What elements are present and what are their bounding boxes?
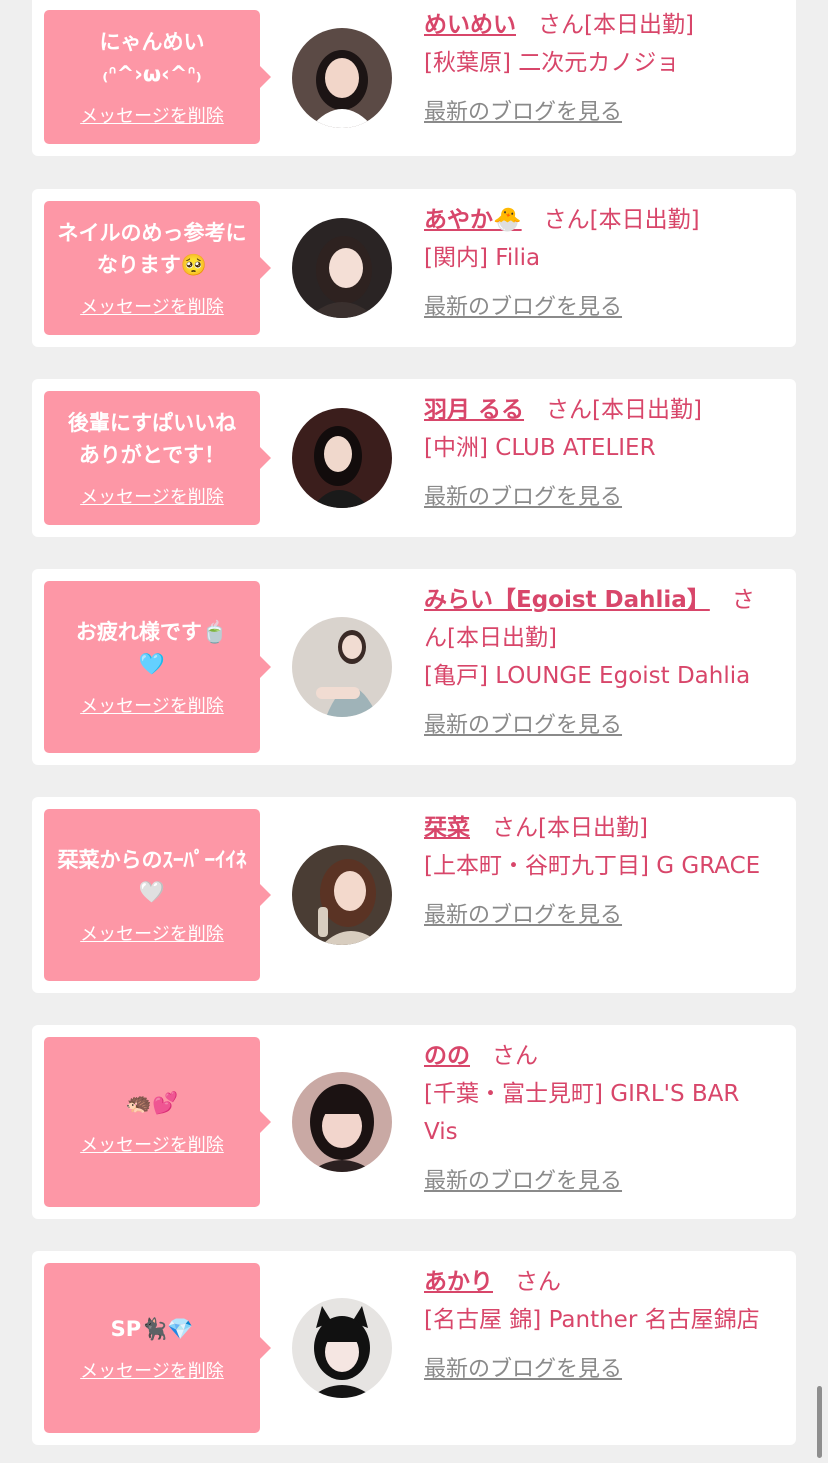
shop-name: [中洲] CLUB ATELIER: [424, 435, 656, 461]
message-text: 後輩にすぱいいね ありがとです！: [67, 411, 237, 467]
avatar-image: [292, 617, 392, 717]
favorite-card: SP🐈‍⬛💎 メッセージを削除 あかり さん [名古屋 錦] Panther 名古…: [32, 1251, 796, 1445]
name-line: めいめい さん[本日出勤]: [424, 6, 776, 44]
avatar-image: [292, 28, 392, 128]
honorific: さん: [492, 815, 538, 841]
girl-info: あやか🐣 さん[本日出勤] [関内] Filia 最新のブログを見る: [424, 201, 776, 321]
view-blog-link[interactable]: 最新のブログを見る: [424, 897, 622, 929]
delete-message-link[interactable]: メッセージを削除: [80, 692, 224, 718]
girl-info: のの さん [千葉・富士見町] GIRL'S BAR Vis 最新のブログを見る: [424, 1037, 776, 1195]
message-bubble: ネイルのめっ参考になります🥺 メッセージを削除: [44, 201, 271, 335]
avatar[interactable]: [292, 1298, 392, 1398]
delete-message-link[interactable]: メッセージを削除: [80, 483, 224, 509]
name-line: みらい【Egoist Dahlia】 さん[本日出勤]: [424, 581, 776, 657]
attendance-status: [本日出勤]: [447, 625, 557, 651]
name-line: のの さん: [424, 1037, 776, 1075]
girl-info: あかり さん [名古屋 錦] Panther 名古屋錦店 最新のブログを見る: [424, 1263, 776, 1383]
name-line: 羽月 るる さん[本日出勤]: [424, 391, 776, 429]
delete-message-link[interactable]: メッセージを削除: [80, 1357, 224, 1383]
avatar[interactable]: [292, 28, 392, 128]
avatar[interactable]: [292, 845, 392, 945]
avatar[interactable]: [292, 617, 392, 717]
girl-name-link[interactable]: のの: [424, 1043, 470, 1069]
message-bubble: 後輩にすぱいいね ありがとです！ メッセージを削除: [44, 391, 271, 525]
message-text: ネイルのめっ参考になります🥺: [57, 221, 247, 277]
avatar-image: [292, 845, 392, 945]
avatar[interactable]: [292, 408, 392, 508]
girl-name-link[interactable]: あかり: [424, 1269, 493, 1295]
shop-name: [秋葉原] 二次元カノジョ: [424, 50, 680, 76]
name-line: あかり さん: [424, 1263, 776, 1301]
shop-name: [関内] Filia: [424, 245, 541, 271]
favorite-card: 栞菜からのｽｰﾊﾟｰｲｲﾈ🤍 メッセージを削除 栞菜 さん[本日出勤] [上本町・…: [32, 797, 796, 993]
view-blog-link[interactable]: 最新のブログを見る: [424, 707, 622, 739]
message-bubble: にゃんめい ₍ᐢ^›ω‹^ᐢ₎ メッセージを削除: [44, 10, 271, 144]
favorite-card: にゃんめい ₍ᐢ^›ω‹^ᐢ₎ メッセージを削除 めいめい さん[本日出勤] [秋…: [32, 0, 796, 156]
shop-name: [千葉・富士見町] GIRL'S BAR Vis: [424, 1081, 740, 1145]
view-blog-link[interactable]: 最新のブログを見る: [424, 479, 622, 511]
honorific: さん: [515, 1269, 561, 1295]
message-text: SP🐈‍⬛💎: [110, 1317, 194, 1341]
favorite-card: お疲れ様です🍵 🩵 メッセージを削除 みらい【Egoist Dahlia】 さん[…: [32, 569, 796, 765]
favorite-card: 後輩にすぱいいね ありがとです！ メッセージを削除 羽月 るる さん[本日出勤] …: [32, 379, 796, 537]
attendance-status: [本日出勤]: [538, 815, 648, 841]
view-blog-link[interactable]: 最新のブログを見る: [424, 94, 622, 126]
attendance-status: [本日出勤]: [592, 397, 702, 423]
message-bubble: 🦔💕 メッセージを削除: [44, 1037, 271, 1207]
girl-info: みらい【Egoist Dahlia】 さん[本日出勤] [亀戸] LOUNGE E…: [424, 581, 776, 739]
attendance-status: [本日出勤]: [584, 12, 694, 38]
shop-name: [名古屋 錦] Panther 名古屋錦店: [424, 1307, 760, 1333]
shop-name: [上本町・谷町九丁目] G GRACE: [424, 853, 761, 879]
favorite-card: 🦔💕 メッセージを削除 のの さん [千葉・富士見町] GIRL'S BAR Vi…: [32, 1025, 796, 1219]
name-line: あやか🐣 さん[本日出勤]: [424, 201, 776, 239]
avatar-image: [292, 408, 392, 508]
view-blog-link[interactable]: 最新のブログを見る: [424, 1163, 622, 1195]
shop-name: [亀戸] LOUNGE Egoist Dahlia: [424, 663, 751, 689]
avatar-image: [292, 218, 392, 318]
message-bubble: SP🐈‍⬛💎 メッセージを削除: [44, 1263, 271, 1433]
avatar[interactable]: [292, 1072, 392, 1172]
scrollbar[interactable]: [817, 1386, 822, 1458]
honorific: さん: [546, 397, 593, 423]
honorific: さん: [492, 1043, 538, 1069]
favorite-card: ネイルのめっ参考になります🥺 メッセージを削除 あやか🐣 さん[本日出勤] [関内…: [32, 189, 796, 347]
delete-message-link[interactable]: メッセージを削除: [80, 1131, 224, 1157]
girl-name-link[interactable]: めいめい: [424, 12, 516, 38]
delete-message-link[interactable]: メッセージを削除: [80, 102, 224, 128]
message-text: お疲れ様です🍵 🩵: [75, 620, 229, 676]
honorific: さん: [538, 12, 584, 38]
girl-name-link[interactable]: 羽月 るる: [424, 397, 524, 423]
avatar[interactable]: [292, 218, 392, 318]
girl-info: 栞菜 さん[本日出勤] [上本町・谷町九丁目] G GRACE 最新のブログを見る: [424, 809, 776, 929]
girl-info: 羽月 るる さん[本日出勤] [中洲] CLUB ATELIER 最新のブログを見…: [424, 391, 776, 511]
message-bubble: 栞菜からのｽｰﾊﾟｰｲｲﾈ🤍 メッセージを削除: [44, 809, 271, 981]
message-bubble: お疲れ様です🍵 🩵 メッセージを削除: [44, 581, 271, 753]
avatar-image: [292, 1298, 392, 1398]
message-text: にゃんめい ₍ᐢ^›ω‹^ᐢ₎: [99, 30, 205, 86]
girl-name-link[interactable]: 栞菜: [424, 815, 470, 841]
avatar-image: [292, 1072, 392, 1172]
honorific: さん: [543, 207, 590, 233]
view-blog-link[interactable]: 最新のブログを見る: [424, 289, 622, 321]
view-blog-link[interactable]: 最新のブログを見る: [424, 1351, 622, 1383]
message-text: 🦔💕: [125, 1091, 179, 1115]
name-line: 栞菜 さん[本日出勤]: [424, 809, 776, 847]
delete-message-link[interactable]: メッセージを削除: [80, 293, 224, 319]
girl-info: めいめい さん[本日出勤] [秋葉原] 二次元カノジョ 最新のブログを見る: [424, 6, 776, 126]
girl-name-link[interactable]: あやか🐣: [424, 207, 522, 233]
message-text: 栞菜からのｽｰﾊﾟｰｲｲﾈ🤍: [57, 848, 247, 904]
girl-name-link[interactable]: みらい【Egoist Dahlia】: [424, 587, 710, 613]
attendance-status: [本日出勤]: [589, 207, 700, 233]
delete-message-link[interactable]: メッセージを削除: [80, 920, 224, 946]
